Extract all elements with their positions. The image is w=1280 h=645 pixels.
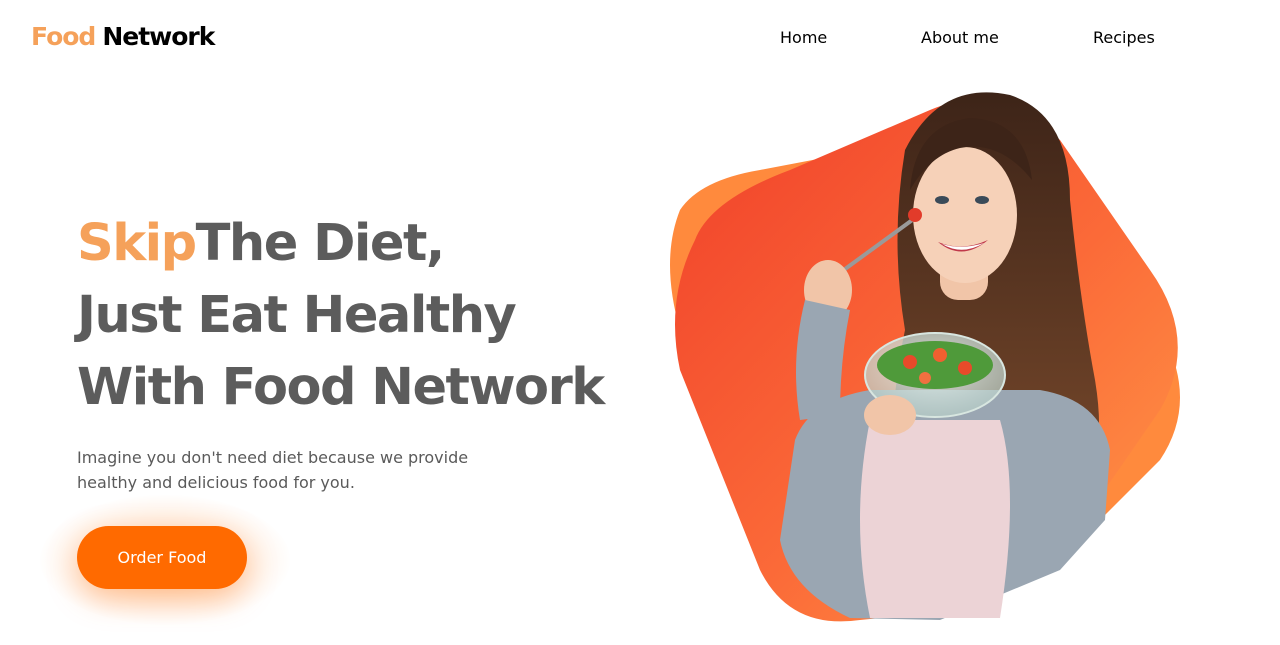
salad-tomato-3: [958, 361, 972, 375]
tomato-on-fork: [908, 208, 922, 222]
logo-main-text: Network: [102, 22, 215, 51]
hero-image: [640, 70, 1200, 640]
headline-line-3: With Food Network: [77, 358, 605, 417]
headline-accent-word: Skip: [77, 214, 197, 273]
order-food-button[interactable]: Order Food: [77, 526, 247, 589]
salad-tomato-4: [919, 372, 931, 384]
headline-line-2: Just Eat Healthy: [77, 286, 517, 345]
headline-line-1: The Diet,: [195, 214, 446, 273]
face-shape: [913, 147, 1017, 283]
salad-greens: [877, 341, 993, 389]
holding-hand: [864, 395, 916, 435]
salad-tomato-2: [933, 348, 947, 362]
salad-tomato-1: [903, 355, 917, 369]
shirt-shape: [860, 420, 1010, 618]
hero-description: Imagine you don't need diet because we p…: [77, 448, 469, 492]
nav-link-about[interactable]: About me: [921, 28, 999, 48]
hero-headline: SkipThe Diet, Just Eat Healthy With Food…: [77, 208, 605, 424]
nav-link-recipes[interactable]: Recipes: [1093, 28, 1155, 48]
logo-accent-text: Food: [31, 22, 96, 51]
nav-link-home[interactable]: Home: [780, 28, 827, 48]
right-eye: [975, 196, 989, 204]
site-logo[interactable]: Food Network: [31, 20, 215, 54]
left-eye: [935, 196, 949, 204]
hero-illustration: [670, 92, 1180, 622]
